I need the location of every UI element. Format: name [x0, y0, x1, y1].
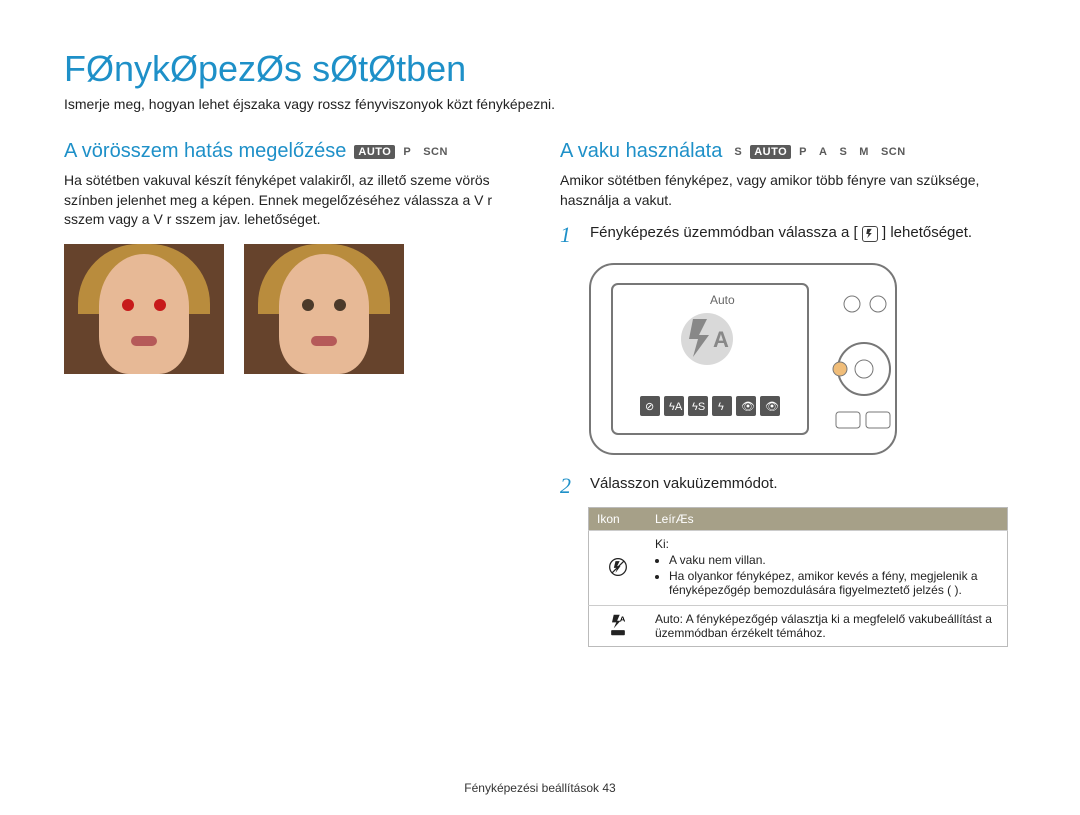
row1-b2: Ha olyankor fényképez, amikor kevés a fé… — [669, 569, 999, 597]
row1-b1: A vaku nem villan. — [669, 553, 999, 567]
row1-desc: Ki: A vaku nem villan. Ha olyankor fényk… — [647, 531, 1008, 606]
svg-text:⊘: ⊘ — [645, 401, 654, 413]
svg-text:👁: 👁 — [765, 401, 779, 413]
face-redeye — [64, 244, 224, 374]
svg-text:ϟA: ϟA — [669, 401, 683, 413]
step-1: Fényképezés üzemmódban válassza a [ ] le… — [560, 224, 1016, 246]
page-title: FØnykØpezØs sØtØtben — [64, 48, 1016, 90]
step1-text-a: Fényképezés üzemmódban válassza a [ — [590, 224, 858, 241]
camera-auto-label: Auto — [710, 293, 735, 307]
flash-heading: A vaku használata S AUTO P A S M SCN — [560, 140, 1016, 163]
svg-text:ϟ: ϟ — [718, 401, 724, 413]
flash-heading-text: A vaku használata — [560, 140, 722, 163]
mode-s: S — [835, 145, 851, 159]
svg-text:A: A — [713, 327, 729, 352]
redeye-example-images — [64, 244, 520, 374]
flash-steps: Fényképezés üzemmódban válassza a [ ] le… — [560, 224, 1016, 246]
left-column: A vörösszem hatás megelőzése AUTO P SCN … — [64, 140, 520, 647]
mode-scn: SCN — [419, 145, 452, 159]
svg-text:👁: 👁 — [741, 401, 755, 413]
flash-autosmart-icon: A — [589, 606, 648, 647]
mode-a: A — [815, 145, 831, 159]
page-intro: Ismerje meg, hogyan lehet éjszaka vagy r… — [64, 96, 1016, 112]
table-row: A Auto: A fényképezőgép választja ki a m… — [589, 606, 1008, 647]
redeye-heading-text: A vörösszem hatás megelőzése — [64, 140, 346, 163]
row2-desc: Auto: A fényképezőgép választja ki a meg… — [647, 606, 1008, 647]
th-desc: LeírÆs — [647, 508, 1008, 531]
table-row: Ki: A vaku nem villan. Ha olyankor fényk… — [589, 531, 1008, 606]
mode-auto: AUTO — [354, 145, 395, 159]
mode-p: P — [399, 145, 415, 159]
mode-smart: S — [730, 145, 746, 159]
mode-auto: AUTO — [750, 145, 791, 159]
flash-icon — [862, 226, 878, 242]
flash-off-icon — [589, 531, 648, 606]
redeye-mode-badges: AUTO P SCN — [354, 145, 452, 159]
step-2: Válasszon vakuüzemmódot. — [560, 475, 1016, 497]
svg-text:ϟS: ϟS — [692, 401, 705, 413]
flash-steps-2: Válasszon vakuüzemmódot. — [560, 475, 1016, 497]
redeye-body: Ha sötétben vakuval készít fényképet val… — [64, 171, 520, 230]
row1-title: Ki: — [655, 537, 669, 551]
flash-body: Amikor sötétben fényképez, vagy amikor t… — [560, 171, 1016, 210]
flash-mode-table: Ikon LeírÆs Ki: A vaku nem villan. Ha ol… — [588, 507, 1008, 647]
mode-p: P — [795, 145, 811, 159]
face-corrected — [244, 244, 404, 374]
mode-scn: SCN — [877, 145, 910, 159]
th-icon: Ikon — [589, 508, 648, 531]
page-footer: Fényképezési beállítások 43 — [64, 781, 1016, 795]
redeye-heading: A vörösszem hatás megelőzése AUTO P SCN — [64, 140, 520, 163]
right-column: A vaku használata S AUTO P A S M SCN Ami… — [560, 140, 1016, 647]
mode-m: M — [855, 145, 873, 159]
svg-text:A: A — [620, 614, 626, 623]
flash-mode-badges: S AUTO P A S M SCN — [730, 145, 909, 159]
camera-illustration: A Auto ⊘ ϟA ϟS ϟ 👁 👁 — [588, 256, 1016, 461]
step1-text-b: ] lehetőséget. — [882, 224, 972, 241]
step2-text: Válasszon vakuüzemmódot. — [590, 475, 778, 497]
